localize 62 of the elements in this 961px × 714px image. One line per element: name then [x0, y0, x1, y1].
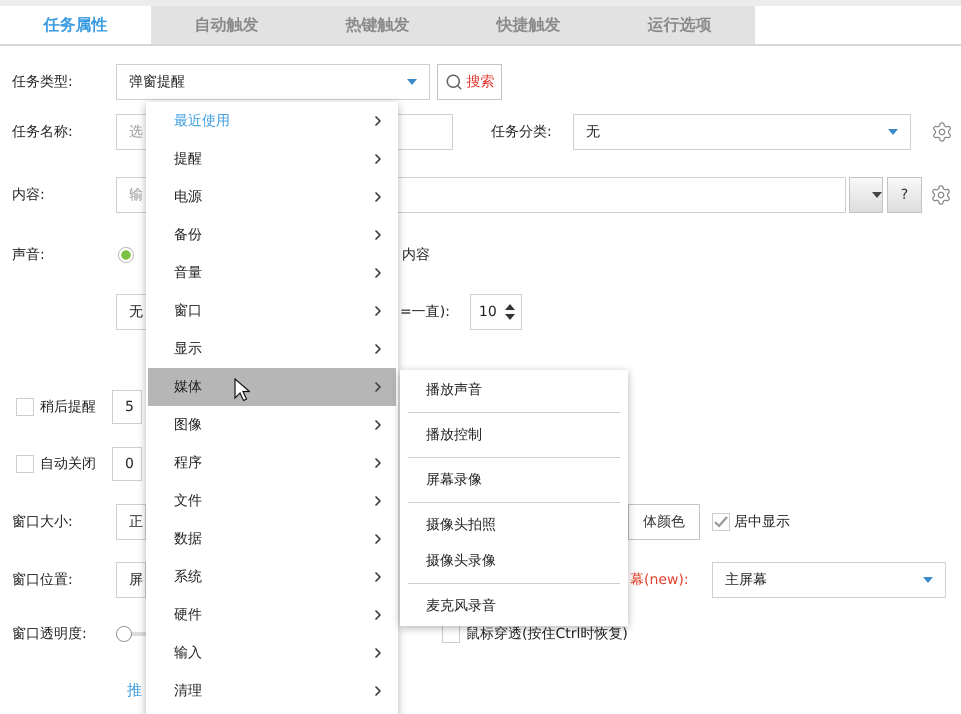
settings-icon[interactable] [930, 184, 952, 206]
dropdown-button[interactable] [849, 177, 883, 213]
field-label: 声音: [12, 246, 46, 264]
submenu-item[interactable]: 屏幕录像 [408, 462, 620, 498]
checkbox[interactable] [16, 398, 34, 416]
radio-button[interactable] [118, 247, 134, 263]
field-label: 窗口位置: [12, 571, 74, 589]
checkbox[interactable] [712, 513, 730, 531]
submenu-item[interactable]: 摄像头拍照 [408, 507, 620, 543]
search-icon [444, 73, 462, 91]
submenu-item[interactable]: 摄像头录像 [408, 543, 620, 579]
screen-select[interactable]: 主屏幕 [712, 562, 946, 598]
submenu-item[interactable]: 播放控制 [408, 417, 620, 453]
menu-item[interactable]: 清理 [148, 672, 396, 710]
dropdown-caret-icon [407, 79, 417, 85]
dropdown-caret-icon [872, 192, 882, 198]
field-label: =一直): [400, 303, 450, 321]
slider-thumb[interactable] [116, 626, 132, 642]
remind-later-field[interactable]: 5 [112, 390, 142, 424]
menu-item[interactable]: 备份 [148, 216, 396, 254]
window-size-select[interactable]: 正 [116, 504, 146, 540]
help-button[interactable]: ? [887, 177, 922, 213]
submenu-item[interactable]: 播放声音 [408, 372, 620, 408]
task-type-select[interactable]: 弹窗提醒 [116, 64, 430, 100]
menu-item[interactable]: 窗口 [148, 292, 396, 330]
submenu-item[interactable]: 麦克风录音 [408, 588, 620, 624]
field-label: 任务类型: [12, 73, 74, 91]
menu-item[interactable]: 显示 [148, 330, 396, 368]
menu-item[interactable]: 文件 [148, 482, 396, 520]
repeat-spinner[interactable]: 10 [470, 294, 522, 330]
menu-item[interactable]: 硬件 [148, 596, 396, 634]
field-label: 窗口大小: [12, 513, 74, 531]
option-label: 内容 [402, 246, 430, 264]
auto-close-field[interactable]: 0 [112, 447, 142, 481]
dropdown-caret-icon [888, 129, 898, 135]
checkbox-label: 自动关闭 [40, 455, 96, 473]
menu-item[interactable]: 数据 [148, 520, 396, 558]
menu-item[interactable]: 提醒 [148, 140, 396, 178]
menu-item[interactable]: 图像 [148, 406, 396, 444]
field-label: 窗口透明度: [12, 625, 88, 643]
menu-item[interactable]: 程序 [148, 444, 396, 482]
field-label: 幕(new): [630, 571, 690, 589]
window-position-select[interactable]: 屏 [116, 562, 146, 598]
dropdown-caret-icon [923, 577, 933, 583]
checkbox-label: 鼠标穿透(按住Ctrl时恢复) [466, 625, 628, 643]
menu-item[interactable]: 系统 [148, 558, 396, 596]
checkbox-label: 稍后提醒 [40, 398, 96, 416]
menu-item[interactable]: 音量 [148, 254, 396, 292]
checkbox[interactable] [16, 455, 34, 473]
cursor-icon [234, 378, 250, 402]
menu-item[interactable]: 电源 [148, 178, 396, 216]
checkbox-label: 居中显示 [734, 513, 790, 531]
field-label: 任务名称: [12, 123, 74, 141]
menu-item[interactable]: 输入 [148, 634, 396, 672]
menu-item[interactable]: 媒体 [148, 368, 396, 406]
font-color-button[interactable]: 体颜色 [628, 504, 700, 540]
settings-icon[interactable] [931, 121, 953, 143]
category-select[interactable]: 无 [573, 114, 911, 150]
checkbox[interactable] [442, 625, 460, 643]
search-button[interactable]: 搜索 [437, 64, 502, 100]
field-label: 任务分类: [491, 123, 553, 141]
field-label: 内容: [12, 186, 46, 204]
